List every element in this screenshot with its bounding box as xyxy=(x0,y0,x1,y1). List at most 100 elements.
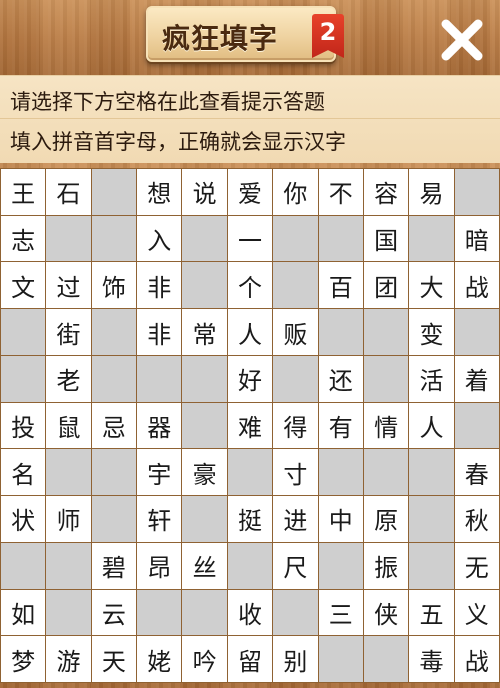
grid-cell[interactable]: 丝 xyxy=(182,542,227,589)
grid-cell-empty[interactable] xyxy=(182,355,227,402)
grid-cell[interactable]: 收 xyxy=(227,589,273,636)
grid-cell-empty[interactable] xyxy=(273,355,318,402)
grid-cell-empty[interactable] xyxy=(182,262,227,309)
grid-cell[interactable]: 天 xyxy=(91,636,137,682)
grid-cell[interactable]: 爱 xyxy=(227,169,273,215)
grid-cell-empty[interactable] xyxy=(409,449,454,496)
grid-cell-empty[interactable] xyxy=(409,496,454,542)
grid-cell[interactable]: 昂 xyxy=(137,542,182,589)
grid-cell-empty[interactable] xyxy=(46,215,91,262)
grid-cell[interactable]: 人 xyxy=(227,309,273,355)
grid-cell[interactable]: 义 xyxy=(454,589,499,636)
grid-cell[interactable]: 原 xyxy=(363,496,409,542)
grid-cell[interactable]: 有 xyxy=(318,402,363,449)
grid-cell[interactable]: 轩 xyxy=(137,496,182,542)
grid-cell[interactable]: 留 xyxy=(227,636,273,682)
grid-cell[interactable]: 名 xyxy=(1,449,46,496)
grid-cell[interactable]: 得 xyxy=(273,402,318,449)
grid-cell-empty[interactable] xyxy=(454,402,499,449)
grid-cell-empty[interactable] xyxy=(363,355,409,402)
grid-cell[interactable]: 别 xyxy=(273,636,318,682)
grid-cell[interactable]: 饰 xyxy=(91,262,137,309)
grid-cell[interactable]: 五 xyxy=(409,589,454,636)
grid-cell[interactable]: 变 xyxy=(409,309,454,355)
grid-cell[interactable]: 器 xyxy=(137,402,182,449)
grid-cell-empty[interactable] xyxy=(137,589,182,636)
grid-cell[interactable]: 王 xyxy=(1,169,46,215)
grid-cell[interactable]: 非 xyxy=(137,262,182,309)
grid-cell-empty[interactable] xyxy=(273,262,318,309)
grid-cell[interactable]: 情 xyxy=(363,402,409,449)
grid-cell-empty[interactable] xyxy=(363,309,409,355)
grid-cell-empty[interactable] xyxy=(46,542,91,589)
grid-cell-empty[interactable] xyxy=(318,636,363,682)
grid-cell[interactable]: 国 xyxy=(363,215,409,262)
grid-cell[interactable]: 进 xyxy=(273,496,318,542)
grid-cell[interactable]: 碧 xyxy=(91,542,137,589)
grid-cell[interactable]: 无 xyxy=(454,542,499,589)
grid-cell[interactable]: 忌 xyxy=(91,402,137,449)
grid-cell[interactable]: 活 xyxy=(409,355,454,402)
grid-cell-empty[interactable] xyxy=(46,589,91,636)
grid-cell[interactable]: 振 xyxy=(363,542,409,589)
grid-cell[interactable]: 你 xyxy=(273,169,318,215)
grid-cell-empty[interactable] xyxy=(409,542,454,589)
grid-cell-empty[interactable] xyxy=(1,542,46,589)
grid-cell[interactable]: 想 xyxy=(137,169,182,215)
grid-cell[interactable]: 志 xyxy=(1,215,46,262)
grid-cell[interactable]: 吟 xyxy=(182,636,227,682)
grid-cell-empty[interactable] xyxy=(273,589,318,636)
grid-cell[interactable]: 过 xyxy=(46,262,91,309)
grid-cell-empty[interactable] xyxy=(182,589,227,636)
grid-cell[interactable]: 百 xyxy=(318,262,363,309)
grid-cell[interactable]: 常 xyxy=(182,309,227,355)
grid-cell[interactable]: 个 xyxy=(227,262,273,309)
grid-cell[interactable]: 宇 xyxy=(137,449,182,496)
grid-cell-empty[interactable] xyxy=(454,169,499,215)
grid-cell[interactable]: 暗 xyxy=(454,215,499,262)
grid-cell[interactable]: 梦 xyxy=(1,636,46,682)
grid-cell[interactable]: 游 xyxy=(46,636,91,682)
grid-cell-empty[interactable] xyxy=(409,215,454,262)
grid-cell[interactable]: 战 xyxy=(454,636,499,682)
grid-cell-empty[interactable] xyxy=(318,309,363,355)
grid-cell-empty[interactable] xyxy=(318,542,363,589)
grid-cell[interactable]: 姥 xyxy=(137,636,182,682)
grid-cell-empty[interactable] xyxy=(91,355,137,402)
grid-cell[interactable]: 春 xyxy=(454,449,499,496)
grid-cell[interactable]: 投 xyxy=(1,402,46,449)
grid-cell[interactable]: 如 xyxy=(1,589,46,636)
grid-cell[interactable]: 还 xyxy=(318,355,363,402)
grid-cell[interactable]: 难 xyxy=(227,402,273,449)
grid-cell-empty[interactable] xyxy=(91,496,137,542)
grid-cell[interactable]: 战 xyxy=(454,262,499,309)
grid-cell[interactable]: 文 xyxy=(1,262,46,309)
grid-cell[interactable]: 易 xyxy=(409,169,454,215)
grid-cell[interactable]: 入 xyxy=(137,215,182,262)
grid-cell[interactable]: 秋 xyxy=(454,496,499,542)
grid-cell-empty[interactable] xyxy=(227,542,273,589)
grid-cell[interactable]: 中 xyxy=(318,496,363,542)
grid-cell-empty[interactable] xyxy=(91,309,137,355)
grid-cell[interactable]: 寸 xyxy=(273,449,318,496)
grid-cell-empty[interactable] xyxy=(1,309,46,355)
grid-cell-empty[interactable] xyxy=(182,215,227,262)
grid-cell[interactable]: 贩 xyxy=(273,309,318,355)
grid-cell[interactable]: 石 xyxy=(46,169,91,215)
grid-cell[interactable]: 豪 xyxy=(182,449,227,496)
grid-cell[interactable]: 尺 xyxy=(273,542,318,589)
grid-cell[interactable]: 容 xyxy=(363,169,409,215)
grid-cell[interactable]: 着 xyxy=(454,355,499,402)
grid-cell-empty[interactable] xyxy=(318,215,363,262)
grid-cell-empty[interactable] xyxy=(46,449,91,496)
grid-cell[interactable]: 云 xyxy=(91,589,137,636)
grid-cell-empty[interactable] xyxy=(91,169,137,215)
grid-cell[interactable]: 不 xyxy=(318,169,363,215)
grid-cell[interactable]: 老 xyxy=(46,355,91,402)
grid-cell-empty[interactable] xyxy=(363,449,409,496)
grid-cell-empty[interactable] xyxy=(182,496,227,542)
grid-cell[interactable]: 师 xyxy=(46,496,91,542)
grid-cell[interactable]: 人 xyxy=(409,402,454,449)
grid-cell[interactable]: 毒 xyxy=(409,636,454,682)
grid-cell[interactable]: 鼠 xyxy=(46,402,91,449)
